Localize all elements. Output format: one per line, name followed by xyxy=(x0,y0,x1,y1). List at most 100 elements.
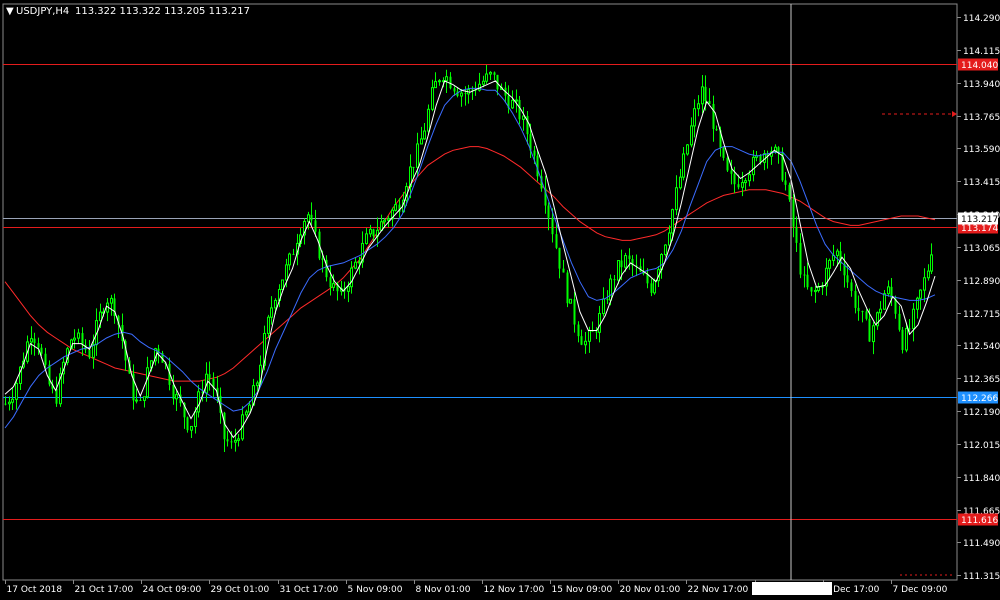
candle-body xyxy=(624,255,627,268)
y-tick-label: 112.715 xyxy=(963,310,1000,320)
candle-body xyxy=(803,274,806,276)
candle-body xyxy=(485,73,488,82)
candle-body xyxy=(489,71,492,75)
candle-body xyxy=(453,88,456,92)
candle-body xyxy=(383,219,386,223)
candle-body xyxy=(223,412,226,440)
candle-body xyxy=(569,298,572,304)
candle-body xyxy=(577,324,580,337)
candle-body xyxy=(602,298,605,315)
y-tick-label: 113.065 xyxy=(963,244,1000,254)
candle-body xyxy=(872,325,875,343)
candle-body xyxy=(810,287,813,292)
candle-body xyxy=(828,259,831,269)
candle-body xyxy=(912,308,915,330)
candle-body xyxy=(281,279,284,290)
y-tick-label: 111.315 xyxy=(963,572,1000,582)
candle-body xyxy=(135,399,138,402)
candle-body xyxy=(580,336,583,345)
candle-body xyxy=(493,72,496,75)
candle-body xyxy=(438,80,441,83)
y-tick-label: 112.890 xyxy=(963,277,1000,287)
x-tick-label: 22 Nov 17:00 xyxy=(688,585,749,595)
candle-body xyxy=(923,277,926,291)
x-tick-label: 5 Nov 09:00 xyxy=(348,585,403,595)
candle-body xyxy=(901,329,904,350)
candle-body xyxy=(726,157,729,171)
candle-body xyxy=(431,87,434,110)
x-tick-label: 7 Dec 09:00 xyxy=(893,585,948,595)
candle-body xyxy=(533,150,536,156)
candle-body xyxy=(526,116,529,135)
x-tick-label: 4 Dec 17:00 xyxy=(825,585,880,595)
candle-body xyxy=(883,293,886,310)
candle-body xyxy=(887,286,890,295)
candle-body xyxy=(372,229,375,237)
candle-body xyxy=(857,307,860,312)
level-tag-label: 113.217 xyxy=(961,215,998,225)
candle-body xyxy=(650,283,653,293)
candle-body xyxy=(354,261,357,269)
candle-body xyxy=(175,394,178,400)
candle-body xyxy=(628,255,631,259)
level-tag-label: 111.616 xyxy=(961,516,998,526)
x-tick-label: 29 Oct 01:00 xyxy=(211,585,270,595)
x-tick-label: 21 Oct 17:00 xyxy=(75,585,134,595)
candle-body xyxy=(420,138,423,145)
candle-body xyxy=(846,275,849,283)
price-chart[interactable]: 114.290 114.115 113.940 113.765 113.590 113.4… xyxy=(0,0,1000,600)
candle-body xyxy=(329,277,332,288)
candle-body xyxy=(511,99,514,109)
candle-body xyxy=(285,264,288,281)
candle-body xyxy=(679,176,682,189)
candle-body xyxy=(427,108,430,132)
candle-body xyxy=(927,270,930,279)
level-tag-label: 113.174 xyxy=(961,224,998,234)
menu-glyph[interactable]: ▼ xyxy=(6,6,14,17)
candle-body xyxy=(814,289,817,293)
candle-body xyxy=(653,280,656,294)
level-tag-label: 112.266 xyxy=(961,394,998,404)
candle-body xyxy=(617,260,620,281)
candle-body xyxy=(566,272,569,304)
candle-body xyxy=(347,286,350,292)
candle-body xyxy=(15,382,18,400)
candle-body xyxy=(671,209,674,234)
candle-body xyxy=(806,274,809,288)
candle-body xyxy=(358,261,361,264)
x-tick-label: 12 Nov 17:00 xyxy=(484,585,545,595)
candle-body xyxy=(712,103,715,129)
chart-symbol: USDJPY,H4 xyxy=(16,6,69,17)
candle-body xyxy=(562,268,565,273)
candle-body xyxy=(795,226,798,243)
y-tick-label: 113.765 xyxy=(963,113,1000,123)
x-tick-label: 20 Nov 01:00 xyxy=(620,585,681,595)
candle-body xyxy=(230,441,233,443)
candle-body xyxy=(748,174,751,182)
candle-body xyxy=(930,254,933,272)
candle-body xyxy=(37,343,40,348)
chart-ohlc: 113.322 113.322 113.205 113.217 xyxy=(75,6,250,17)
candle-body xyxy=(693,108,696,127)
candle-body xyxy=(788,184,791,200)
candle-body xyxy=(73,337,76,341)
candle-body xyxy=(573,299,576,325)
candle-body xyxy=(668,232,671,246)
candle-body xyxy=(675,187,678,211)
candle-body xyxy=(595,331,598,333)
candle-body xyxy=(248,404,251,413)
y-tick-label: 113.590 xyxy=(963,145,1000,155)
candle-body xyxy=(733,173,736,185)
candle-body xyxy=(412,166,415,168)
x-tick-label: 8 Nov 01:00 xyxy=(416,585,471,595)
candle-body xyxy=(172,384,175,399)
candle-body xyxy=(40,347,43,354)
candle-body xyxy=(854,290,857,308)
candle-body xyxy=(237,438,240,441)
candle-body xyxy=(81,333,84,345)
candle-body xyxy=(197,391,200,413)
candle-body xyxy=(194,411,197,427)
candle-body xyxy=(99,311,102,322)
x-tick-label: 24 Oct 09:00 xyxy=(143,585,202,595)
candle-body xyxy=(464,93,467,95)
